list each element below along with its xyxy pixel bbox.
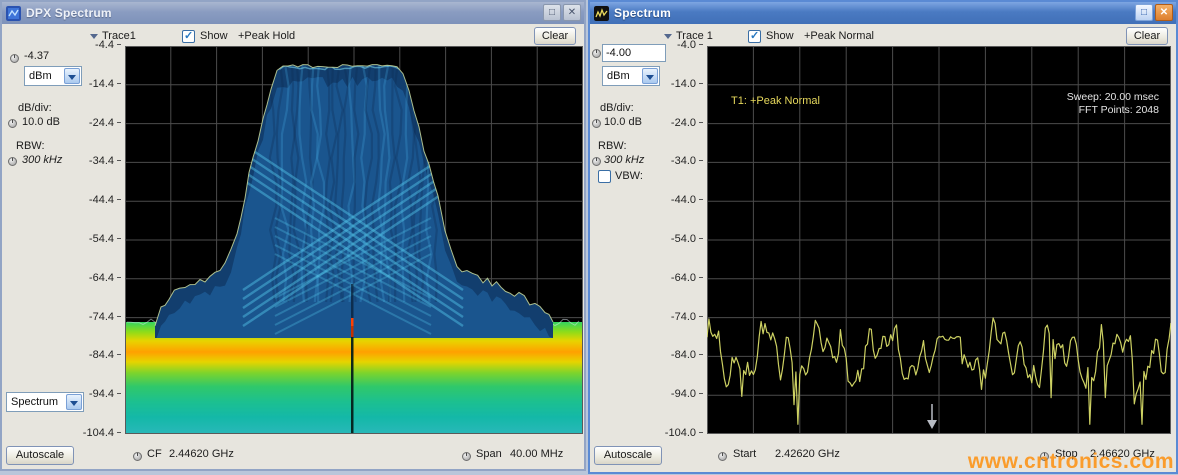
close-icon[interactable]: ✕ — [563, 4, 581, 21]
show-label: Show — [200, 30, 228, 42]
clear-button[interactable]: Clear — [1126, 27, 1168, 45]
cf-value[interactable]: 2.44620 GHz — [169, 448, 234, 460]
y-tick-label: -44.4 — [89, 194, 121, 206]
y-tick-label: -14.0 — [671, 78, 703, 90]
cf-knob-icon[interactable] — [133, 452, 142, 461]
spectrum-plot-area[interactable]: T1: +Peak Normal Sweep: 20.00 msecFFT Poi… — [707, 46, 1171, 434]
y-tick-label: -54.4 — [89, 233, 121, 245]
dpx-app-icon — [6, 6, 21, 21]
spectrum-y-axis: -4.0 -14.0 -24.0 -34.0 -44.0 -54.0 -64.0 -74.0 -… — [590, 24, 703, 472]
y-tick-label: -94.4 — [89, 388, 121, 400]
restore-button[interactable]: □ — [1135, 4, 1153, 21]
spectrum-window: Spectrum □ ✕ Trace 1 Show +Peak Normal C… — [588, 0, 1178, 474]
dpx-plot-area[interactable] — [125, 46, 583, 434]
y-tick-label: -64.4 — [89, 272, 121, 284]
show-checkbox[interactable] — [748, 30, 761, 43]
show-label: Show — [766, 30, 794, 42]
dpx-y-axis: -4.4 -14.4 -24.4 -34.4 -44.4 -54.4 -64.4 -74.4 -… — [2, 24, 121, 469]
spectrum-titlebar[interactable]: Spectrum □ ✕ — [590, 2, 1176, 24]
spectrum-app-icon — [594, 6, 609, 21]
fft-points-annotation: FFT Points: 2048 — [1079, 104, 1160, 116]
start-value[interactable]: 2.42620 GHz — [775, 448, 840, 460]
y-tick-label: -14.4 — [89, 78, 121, 90]
y-tick-label: -4.4 — [95, 39, 121, 51]
y-tick-label: -4.0 — [677, 39, 703, 51]
sweep-annotation: Sweep: 20.00 msec — [1067, 91, 1159, 103]
window-title: DPX Spectrum — [26, 6, 112, 20]
y-tick-label: -54.0 — [671, 233, 703, 245]
y-tick-label: -34.4 — [89, 155, 121, 167]
y-tick-label: -24.0 — [671, 117, 703, 129]
clear-button[interactable]: Clear — [534, 27, 576, 45]
y-tick-label: -44.0 — [671, 194, 703, 206]
peak-normal-label: +Peak Normal — [804, 30, 874, 42]
span-value[interactable]: 40.00 MHz — [510, 448, 563, 460]
cf-label: CF — [147, 448, 162, 460]
watermark: www.cntronics.com — [968, 450, 1174, 474]
y-tick-label: -104.0 — [665, 427, 703, 439]
dpx-titlebar[interactable]: DPX Spectrum □ ✕ — [2, 2, 584, 24]
y-tick-label: -84.4 — [89, 349, 121, 361]
y-tick-label: -34.0 — [671, 155, 703, 167]
close-icon[interactable]: ✕ — [1155, 4, 1173, 21]
peak-hold-label: +Peak Hold — [238, 30, 295, 42]
y-tick-label: -74.4 — [89, 311, 121, 323]
start-label: Start — [733, 448, 756, 460]
restore-button[interactable]: □ — [543, 4, 561, 21]
y-tick-label: -104.4 — [83, 427, 121, 439]
spectrum-content: Trace 1 Show +Peak Normal Clear -4.00 dB… — [590, 24, 1176, 472]
start-knob-icon[interactable] — [718, 452, 727, 461]
y-tick-label: -24.4 — [89, 117, 121, 129]
dpx-content: Trace1 Show +Peak Hold Clear -4.37 dBm d… — [2, 24, 584, 469]
y-tick-label: -94.0 — [671, 388, 703, 400]
y-tick-label: -64.0 — [671, 272, 703, 284]
show-checkbox[interactable] — [182, 30, 195, 43]
y-tick-label: -84.0 — [671, 349, 703, 361]
span-label: Span — [476, 448, 502, 460]
dpx-spectrum-window: DPX Spectrum □ ✕ Trace1 Show +Peak Hold … — [0, 0, 586, 471]
span-knob-icon[interactable] — [462, 452, 471, 461]
window-title: Spectrum — [614, 6, 671, 20]
t1-annotation: T1: +Peak Normal — [731, 95, 820, 107]
y-tick-label: -74.0 — [671, 311, 703, 323]
